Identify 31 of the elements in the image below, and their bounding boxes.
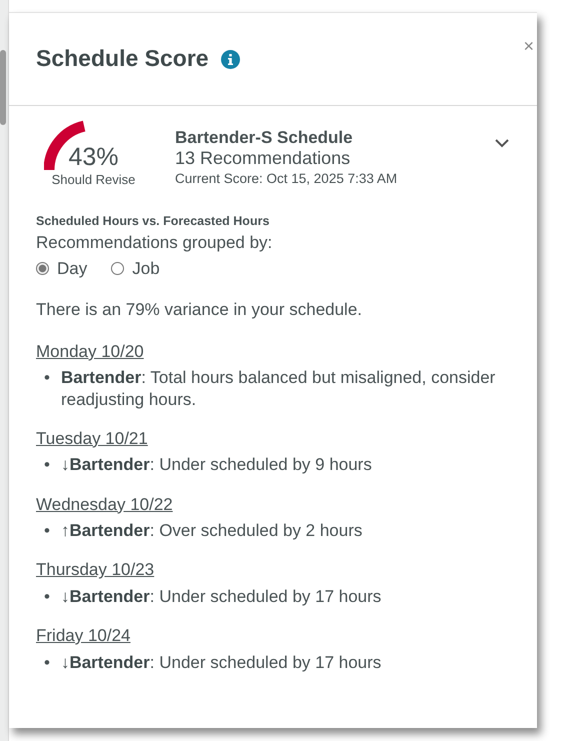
panel-title: Schedule Score [36, 45, 209, 73]
info-icon[interactable] [220, 50, 240, 68]
group-by-label: Recommendations grouped by: [36, 232, 274, 254]
close-button[interactable]: × [523, 37, 534, 55]
schedule-name: Bartender-S Schedule [175, 128, 354, 148]
option-label[interactable]: Day [57, 256, 88, 282]
list-bullet: • [44, 586, 50, 607]
radio-button[interactable] [111, 262, 124, 275]
score-rating: Should Revise [52, 171, 136, 189]
day-heading: Thursday 10/23 [36, 559, 156, 582]
current-score-date: Current Score: Oct 15, 2025 7:33 AM [175, 170, 398, 188]
day-heading: Friday 10/24 [36, 625, 132, 647]
list-bullet: • [44, 652, 50, 673]
variance-text: There is an 79% variance in your schedule. [36, 299, 364, 322]
radio-button[interactable] [36, 262, 49, 275]
recommendation-item: ↑Bartender: Over scheduled by 2 hours [60, 520, 362, 542]
day-heading: Monday 10/20 [36, 340, 145, 363]
section-heading: Scheduled Hours vs. Forecasted Hours [36, 212, 270, 230]
list-bullet: • [44, 454, 50, 476]
recommendation-item: ↓Bartender: Under scheduled by 17 hours [60, 652, 382, 673]
list-bullet: • [44, 367, 50, 390]
day-heading: Tuesday 10/21 [36, 428, 149, 450]
score-percent: 43% [68, 145, 119, 170]
scrollbar-thumb[interactable] [0, 50, 6, 125]
recommendation-count: 13 Recommendations [175, 148, 352, 170]
list-bullet: • [44, 520, 50, 542]
option-label[interactable]: Job [132, 256, 160, 282]
recommendation-item: ↓Bartender: Under scheduled by 17 hours [60, 586, 382, 607]
day-heading: Wednesday 10/22 [36, 494, 174, 516]
recommendation-item: ↓Bartender: Under scheduled by 9 hours [60, 454, 372, 476]
recommendation-item: Bartender: Total hours balanced but misaligned, consider readjusting hours. [60, 367, 496, 410]
